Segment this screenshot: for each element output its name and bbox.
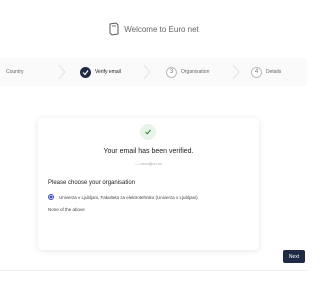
step-number: 4: [251, 66, 262, 78]
organisation-heading: Please choose your organisation: [48, 180, 136, 186]
chevron-right-icon: [232, 65, 240, 79]
step-organisation[interactable]: 3 Organisation: [166, 58, 209, 86]
step-complete-check: [80, 66, 91, 78]
verified-message: Your email has been verified.: [103, 148, 194, 155]
chevron-right-icon: [143, 65, 151, 79]
radio-button[interactable]: [48, 194, 54, 200]
step-label: Country: [6, 69, 24, 75]
org-option[interactable]: None of the above: [48, 207, 85, 212]
logo: Welcome to Euro net: [108, 22, 199, 36]
org-option[interactable]: Univerza v Ljubljani, Fakulteta za elekt…: [48, 194, 198, 200]
chevron-right-icon: [58, 65, 66, 79]
logo-icon: [109, 22, 119, 36]
org-option-label: None of the above: [48, 207, 85, 212]
step-label: Verify email: [95, 69, 121, 75]
step-label: Organisation: [181, 69, 210, 75]
divider: [0, 270, 307, 271]
page-title: Welcome to Euro net: [124, 24, 199, 34]
success-check-icon: [140, 124, 156, 140]
step-number: 3: [166, 66, 177, 78]
header: Welcome to Euro net: [0, 0, 307, 59]
check-icon: [145, 129, 151, 135]
verification-card: Your email has been verified. — ••••••@•…: [38, 118, 259, 250]
progress-stepper: Country Verify email 3 Organisation 4 De…: [0, 58, 307, 86]
step-verify-email[interactable]: Verify email: [80, 58, 121, 86]
check-icon: [82, 69, 89, 75]
step-details[interactable]: 4 Details: [251, 58, 281, 86]
verified-email: — ••••••@•••.•••: [134, 161, 163, 166]
org-option-label: Univerza v Ljubljani, Fakulteta za elekt…: [59, 194, 198, 200]
step-label: Details: [266, 69, 282, 75]
step-country[interactable]: Country: [6, 58, 24, 86]
next-button[interactable]: Next: [283, 250, 305, 263]
